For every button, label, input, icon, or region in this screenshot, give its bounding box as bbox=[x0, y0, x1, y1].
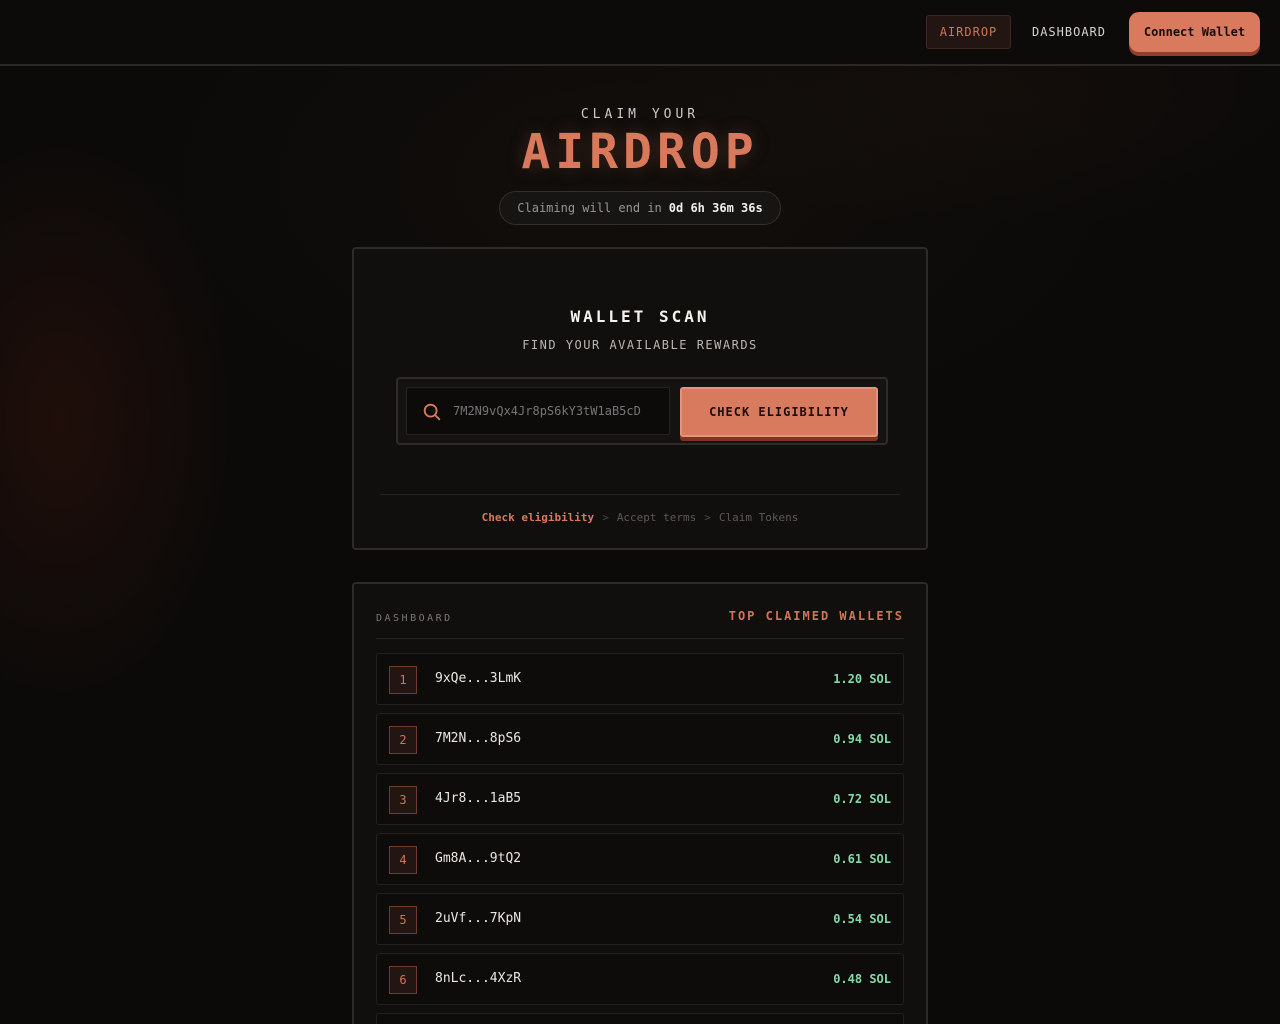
dashboard-card: DASHBOARD TOP CLAIMED WALLETS 1 9xQe...3… bbox=[352, 582, 928, 1024]
wallet-list: 1 9xQe...3LmK 1.20 SOL 2 7M2N...8pS6 0.9… bbox=[376, 653, 904, 1024]
step-check-eligibility: Check eligibility bbox=[481, 511, 595, 524]
step-separator: > bbox=[704, 511, 711, 524]
wallet-amount: 0.48 SOL bbox=[833, 972, 891, 986]
wallet-row[interactable]: 4 Gm8A...9tQ2 0.61 SOL bbox=[376, 833, 904, 885]
wallet-amount: 0.72 SOL bbox=[833, 792, 891, 806]
step-separator: > bbox=[602, 511, 609, 524]
connect-wallet-button[interactable]: Connect Wallet bbox=[1129, 12, 1260, 52]
wallet-address: 9xQe...3LmK bbox=[435, 671, 522, 686]
countdown-prefix: Claiming will end in bbox=[517, 201, 662, 215]
scan-divider bbox=[380, 494, 900, 495]
dashboard-label: DASHBOARD bbox=[376, 613, 453, 624]
wallet-amount: 0.61 SOL bbox=[833, 852, 891, 866]
wallet-rank-badge: 4 bbox=[389, 846, 417, 874]
wallet-amount: 1.20 SOL bbox=[833, 672, 891, 686]
wallet-row[interactable]: 6 8nLc...4XzR 0.48 SOL bbox=[376, 953, 904, 1005]
search-icon bbox=[423, 403, 441, 421]
wallet-scan-card: WALLET SCAN FIND YOUR AVAILABLE REWARDS … bbox=[352, 247, 928, 550]
step-claim-tokens: Claim Tokens bbox=[718, 511, 799, 524]
hero-title: AIRDROP bbox=[521, 124, 759, 180]
wallet-rank-badge: 3 bbox=[389, 786, 417, 814]
wallet-amount: 0.94 SOL bbox=[833, 732, 891, 746]
wallet-address: 4Jr8...1aB5 bbox=[435, 791, 522, 806]
top-wallets-heading: TOP CLAIMED WALLETS bbox=[728, 609, 904, 623]
wallet-rank-badge: 6 bbox=[389, 966, 417, 994]
wallet-row[interactable]: 3 4Jr8...1aB5 0.72 SOL bbox=[376, 773, 904, 825]
dashboard-divider bbox=[376, 638, 904, 639]
wallet-address: 8nLc...4XzR bbox=[435, 971, 522, 986]
nav-airdrop-tab[interactable]: AIRDROP bbox=[926, 15, 1011, 49]
scan-title: WALLET SCAN bbox=[570, 307, 710, 326]
claim-steps: Check eligibility > Accept terms > Claim Tok… bbox=[354, 511, 926, 524]
wallet-rank-badge: 2 bbox=[389, 726, 417, 754]
wallet-row[interactable]: 1 9xQe...3LmK 1.20 SOL bbox=[376, 653, 904, 705]
wallet-address: 7M2N...8pS6 bbox=[435, 731, 522, 746]
wallet-row-partial[interactable] bbox=[376, 1013, 904, 1024]
countdown-pill: Claiming will end in 0d 6h 36m 36s bbox=[499, 191, 781, 225]
wallet-rank-badge: 1 bbox=[389, 666, 417, 694]
wallet-amount: 0.54 SOL bbox=[833, 912, 891, 926]
check-eligibility-button[interactable]: CHECK ELIGIBILITY bbox=[680, 387, 878, 437]
wallet-address: Gm8A...9tQ2 bbox=[435, 851, 522, 866]
nav-dashboard-tab[interactable]: DASHBOARD bbox=[1022, 15, 1116, 49]
countdown-time: 0d 6h 36m 36s bbox=[668, 201, 763, 215]
top-nav-bar: AIRDROP DASHBOARD Connect Wallet bbox=[0, 0, 1280, 66]
scan-subtitle: FIND YOUR AVAILABLE REWARDS bbox=[522, 338, 758, 352]
step-accept-terms: Accept terms bbox=[616, 511, 697, 524]
wallet-rank-badge: 5 bbox=[389, 906, 417, 934]
wallet-row[interactable]: 5 2uVf...7KpN 0.54 SOL bbox=[376, 893, 904, 945]
hero-kicker: CLAIM YOUR bbox=[580, 107, 700, 122]
wallet-input-wrapper bbox=[406, 387, 670, 435]
wallet-row[interactable]: 2 7M2N...8pS6 0.94 SOL bbox=[376, 713, 904, 765]
wallet-address: 2uVf...7KpN bbox=[435, 911, 522, 926]
wallet-address-input[interactable] bbox=[453, 388, 659, 434]
scan-form: CHECK ELIGIBILITY bbox=[396, 377, 888, 445]
